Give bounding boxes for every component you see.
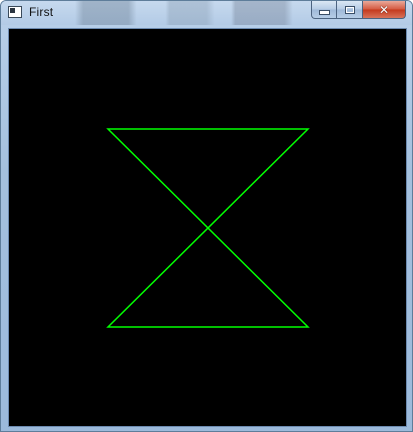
close-button[interactable]: ✕ [363,1,406,19]
minimize-button[interactable] [311,1,337,19]
maximize-icon [344,5,355,14]
maximize-button[interactable] [337,1,363,19]
title-bar[interactable]: First ✕ [1,1,412,25]
window-title: First [29,5,54,19]
window-controls: ✕ [311,1,406,19]
app-icon[interactable] [8,6,22,18]
bowtie-drawing [106,128,310,328]
drawing-canvas [8,28,407,427]
app-window: First ✕ [0,0,413,432]
minimize-icon [318,10,330,15]
bowtie-shape [106,128,310,328]
close-icon: ✕ [378,2,390,17]
